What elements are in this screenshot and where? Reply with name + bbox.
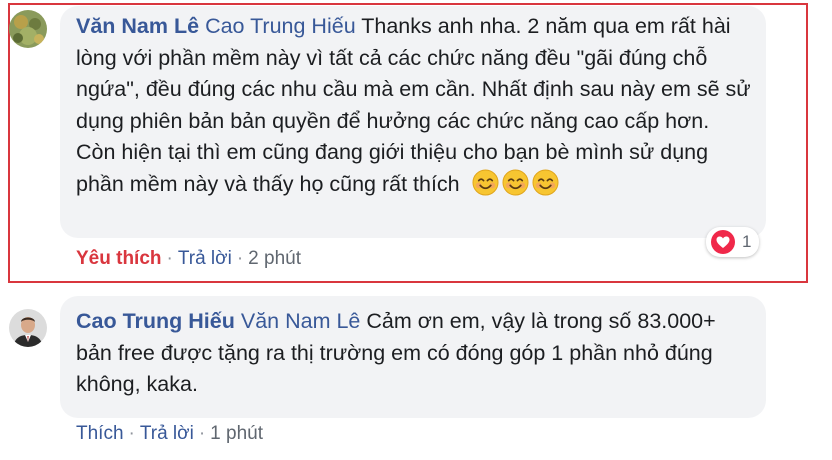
avatar[interactable] [9, 309, 47, 347]
comment-1: Văn Nam Lê Cao Trung Hiếu Thanks anh nha… [0, 0, 832, 290]
reply-button[interactable]: Trả lời [140, 423, 194, 444]
reaction-count: 1 [742, 232, 752, 251]
smiling-face-emoji-icon [472, 168, 499, 196]
like-button[interactable]: Yêu thích [76, 248, 162, 269]
smiling-face-emoji-icon [532, 168, 559, 196]
comment-author[interactable]: Văn Nam Lê [76, 14, 199, 38]
heart-icon [711, 230, 735, 254]
comment-actions: Yêu thích · Trả lời · 2 phút [76, 248, 301, 270]
comment-2: Cao Trung Hiếu Văn Nam Lê Cảm ơn em, vậy… [0, 290, 832, 460]
comment-mention[interactable]: Văn Nam Lê [241, 309, 361, 333]
emoji-group [472, 168, 562, 196]
reaction-count-badge[interactable]: 1 [706, 227, 760, 257]
separator: · [166, 248, 173, 269]
like-button[interactable]: Thích [76, 423, 124, 444]
avatar-image [9, 10, 47, 48]
avatar[interactable] [9, 10, 47, 48]
comment-text: Thanks anh nha. 2 năm qua em rất hài lòn… [76, 14, 751, 196]
comment-bubble: Cao Trung Hiếu Văn Nam Lê Cảm ơn em, vậy… [60, 296, 766, 418]
comment-mention[interactable]: Cao Trung Hiếu [205, 14, 356, 38]
comment-bubble: Văn Nam Lê Cao Trung Hiếu Thanks anh nha… [60, 6, 766, 238]
separator: · [198, 423, 206, 444]
reply-button[interactable]: Trả lời [178, 248, 232, 269]
comment-author[interactable]: Cao Trung Hiếu [76, 309, 235, 333]
smiling-face-emoji-icon [502, 168, 529, 196]
comment-actions: Thích · Trả lời · 1 phút [76, 423, 263, 445]
avatar-image [9, 309, 47, 347]
separator: · [236, 248, 244, 269]
comment-timestamp[interactable]: 2 phút [248, 248, 301, 269]
comment-timestamp[interactable]: 1 phút [210, 423, 263, 444]
separator: · [128, 423, 135, 444]
